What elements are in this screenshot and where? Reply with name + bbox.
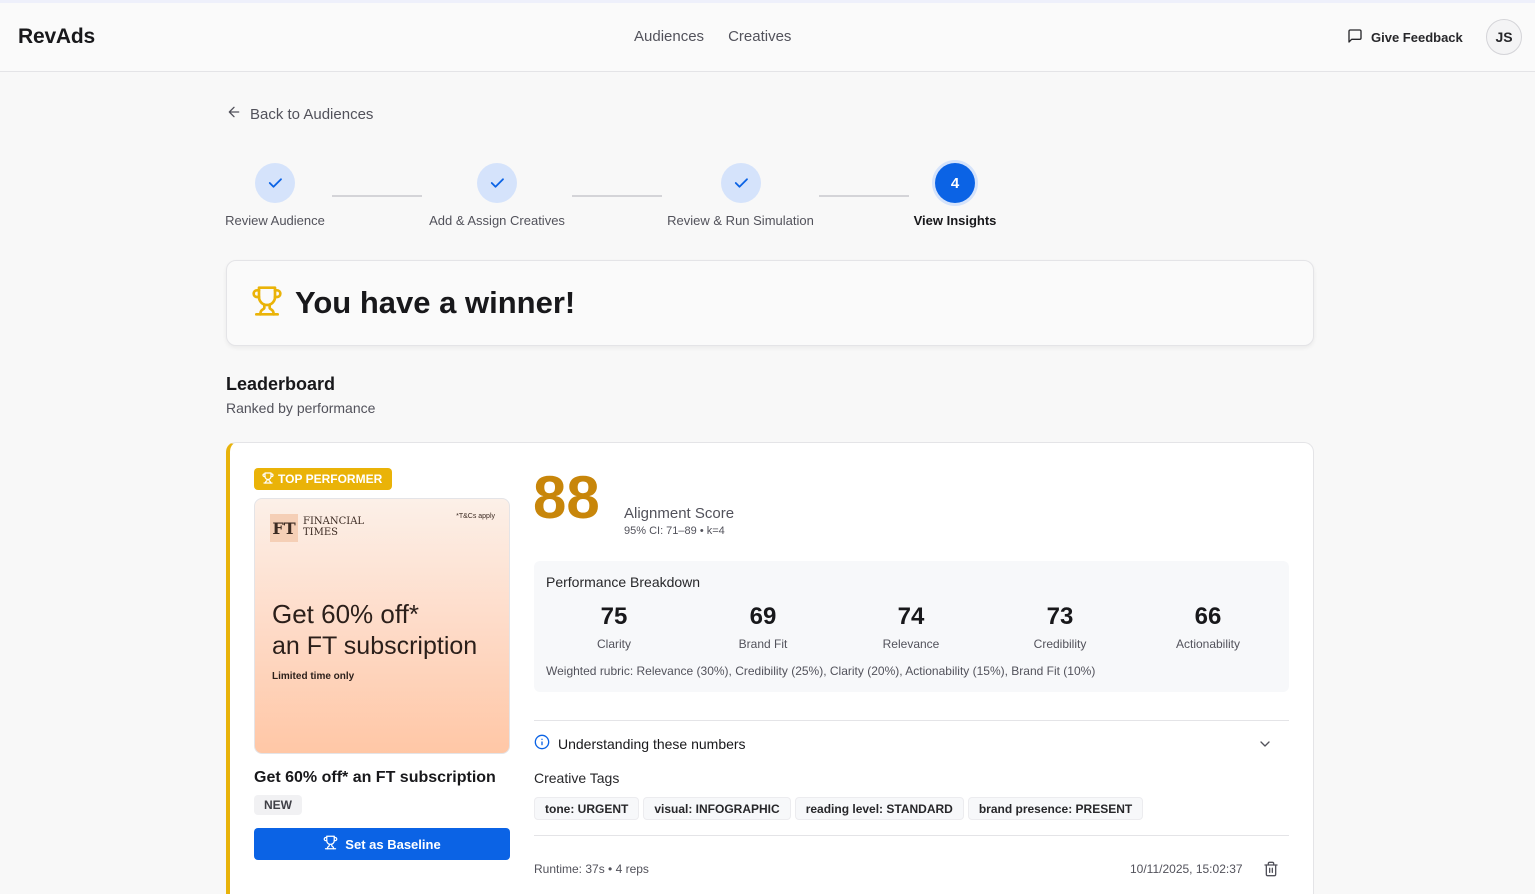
step-review-audience[interactable]: Review Audience (225, 163, 325, 228)
metric-value: 66 (1194, 603, 1222, 630)
creative-tagline: Limited time only (272, 671, 355, 682)
metric-label: Credibility (1033, 637, 1087, 651)
metric-value: 73 (1046, 603, 1074, 630)
set-as-baseline-label: Set as Baseline (345, 836, 441, 852)
trash-icon[interactable] (1263, 861, 1279, 882)
step-add-assign-creatives[interactable]: Add & Assign Creatives (429, 163, 565, 228)
creative-headline-1: Get 60% off* (272, 599, 419, 629)
chevron-down-icon[interactable] (1257, 736, 1273, 757)
alignment-score-value: 88 (533, 464, 600, 531)
step-view-insights[interactable]: 4 View Insights (913, 163, 997, 228)
set-as-baseline-button[interactable]: Set as Baseline (254, 828, 510, 860)
winner-title: You have a winner! (295, 285, 576, 320)
give-feedback-label: Give Feedback (1371, 30, 1463, 45)
step-label: View Insights (913, 213, 997, 228)
user-avatar[interactable]: JS (1486, 19, 1522, 55)
creative-preview-image[interactable]: FT FINANCIAL TIMES *T&Cs apply Get 60% o… (254, 498, 510, 754)
metric-value: 74 (897, 603, 925, 630)
app-header: RevAds Audiences Creatives Give Feedback… (0, 3, 1535, 72)
divider (534, 720, 1289, 721)
creative-tags-list: tone: URGENT visual: INFOGRAPHIC reading… (534, 797, 1144, 820)
back-to-audiences-link[interactable]: Back to Audiences (226, 104, 373, 124)
check-icon (477, 163, 517, 203)
tag-tone: tone: URGENT (534, 797, 640, 820)
trophy-icon (323, 835, 338, 853)
step-label: Review & Run Simulation (667, 213, 814, 228)
metric-actionability: 66 Actionability (1133, 603, 1283, 651)
weighted-rubric-note: Weighted rubric: Relevance (30%), Credib… (546, 664, 1096, 678)
top-performer-label: TOP PERFORMER (278, 472, 383, 486)
metric-value: 75 (600, 603, 628, 630)
metric-clarity: 75 Clarity (539, 603, 689, 651)
run-timestamp: 10/11/2025, 15:02:37 (1130, 862, 1243, 876)
tag-visual: visual: INFOGRAPHIC (643, 797, 791, 820)
creative-title: Get 60% off* an FT subscription (254, 769, 496, 786)
step-connector (819, 195, 909, 197)
new-status-badge: NEW (254, 795, 302, 815)
performance-breakdown-title: Performance Breakdown (546, 574, 701, 590)
give-feedback-button[interactable]: Give Feedback (1347, 28, 1463, 47)
top-performer-badge: TOP PERFORMER (254, 468, 393, 490)
performance-breakdown-panel: Performance Breakdown 75 Clarity 69 Bran… (534, 561, 1289, 692)
leaderboard-subtitle: Ranked by performance (226, 400, 376, 416)
trophy-icon (251, 285, 283, 322)
metric-label: Actionability (1175, 637, 1241, 651)
leaderboard-title: Leaderboard (226, 374, 336, 394)
tag-reading-level: reading level: STANDARD (794, 797, 964, 820)
metric-relevance: 74 Relevance (836, 603, 986, 651)
nav-creatives[interactable]: Creatives (728, 28, 791, 45)
tag-brand-presence: brand presence: PRESENT (967, 797, 1144, 820)
creative-tags-title: Creative Tags (534, 770, 620, 786)
metric-label: Brand Fit (738, 637, 788, 651)
step-label: Add & Assign Creatives (429, 213, 565, 228)
ft-logo-mark: FT (270, 514, 298, 542)
creative-fineprint: *T&Cs apply (456, 513, 495, 520)
step-connector (332, 195, 422, 197)
divider (534, 835, 1289, 836)
winner-banner: You have a winner! (226, 260, 1314, 346)
main-nav: Audiences Creatives (634, 28, 791, 45)
check-icon (255, 163, 295, 203)
understanding-numbers-label: Understanding these numbers (558, 735, 746, 752)
back-label: Back to Audiences (250, 105, 374, 123)
message-square-icon (1347, 28, 1363, 47)
runtime-info: Runtime: 37s • 4 reps (534, 862, 649, 876)
arrow-left-icon (226, 104, 242, 124)
creative-headline-2: an FT subscription (272, 632, 478, 660)
nav-audiences[interactable]: Audiences (634, 28, 704, 45)
confidence-interval: 95% CI: 71–89 • k=4 (624, 525, 725, 537)
step-number: 4 (935, 163, 975, 203)
metric-label: Relevance (882, 637, 940, 651)
ft-logo-text: FINANCIAL TIMES (303, 516, 365, 538)
step-label: Review Audience (225, 213, 325, 228)
check-icon (720, 163, 761, 203)
trophy-icon (262, 471, 274, 487)
understanding-numbers-toggle[interactable]: Understanding these numbers (534, 734, 1274, 753)
metric-brand-fit: 69 Brand Fit (688, 603, 838, 651)
metric-credibility: 73 Credibility (985, 603, 1135, 651)
alignment-score-label: Alignment Score (624, 505, 735, 522)
metric-value: 69 (749, 603, 777, 630)
step-review-run-simulation[interactable]: Review & Run Simulation (667, 163, 814, 228)
info-icon (534, 734, 550, 753)
metric-label: Clarity (596, 637, 631, 651)
step-connector (572, 195, 662, 197)
brand-logo[interactable]: RevAds (18, 25, 95, 49)
